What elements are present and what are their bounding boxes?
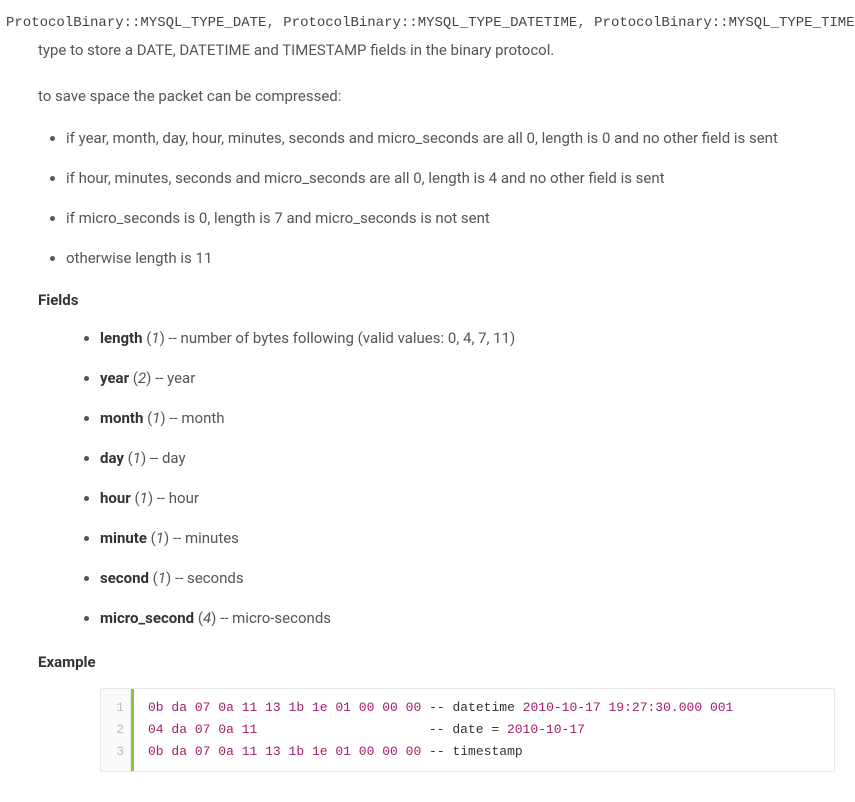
field-size: 2: [138, 369, 146, 387]
field-size: 1: [156, 529, 164, 547]
field-name: year: [100, 369, 129, 387]
field-name: micro_second: [100, 609, 194, 627]
fields-list: length (1) -- number of bytes following …: [38, 326, 835, 630]
field-desc: seconds: [187, 569, 244, 587]
type-header: ProtocolBinary::MYSQL_TYPE_DATE, Protoco…: [6, 12, 835, 34]
field-name: hour: [100, 489, 131, 507]
compression-rules-list: if year, month, day, hour, minutes, seco…: [38, 126, 835, 270]
field-desc: number of bytes following (valid values:…: [181, 329, 516, 347]
field-size: 4: [203, 609, 211, 627]
field-item: micro_second (4) -- micro-seconds: [100, 606, 835, 630]
field-name: month: [100, 409, 143, 427]
field-item: minute (1) -- minutes: [100, 526, 835, 550]
field-name: second: [100, 569, 149, 587]
rule-item: otherwise length is 11: [66, 246, 835, 270]
field-size: 1: [152, 409, 160, 427]
line-number-gutter: 123: [101, 689, 131, 771]
rule-item: if micro_seconds is 0, length is 7 and m…: [66, 206, 835, 230]
type-name-3: ProtocolBinary::MYSQL_TYPE_TIMESTAMP: [594, 15, 855, 31]
field-desc: hour: [169, 489, 199, 507]
example-code-block: 123 0b da 07 0a 11 13 1b 1e 01 00 00 00 …: [100, 688, 835, 772]
field-desc: year: [167, 369, 195, 387]
example-heading: Example: [38, 650, 835, 674]
field-item: hour (1) -- hour: [100, 486, 835, 510]
field-name: day: [100, 449, 124, 467]
field-desc: micro-seconds: [232, 609, 331, 627]
field-desc: month: [181, 409, 224, 427]
field-item: second (1) -- seconds: [100, 566, 835, 590]
description: type to store a DATE, DATETIME and TIMES…: [38, 38, 835, 62]
type-name-2: ProtocolBinary::MYSQL_TYPE_DATETIME: [283, 15, 577, 31]
code-content: 0b da 07 0a 11 13 1b 1e 01 00 00 00 -- d…: [131, 689, 834, 771]
fields-heading: Fields: [38, 288, 835, 312]
field-item: length (1) -- number of bytes following …: [100, 326, 835, 350]
field-item: month (1) -- month: [100, 406, 835, 430]
compression-intro: to save space the packet can be compress…: [38, 84, 835, 108]
rule-item: if hour, minutes, seconds and micro_seco…: [66, 166, 835, 190]
field-name: length: [100, 329, 143, 347]
field-item: day (1) -- day: [100, 446, 835, 470]
rule-item: if year, month, day, hour, minutes, seco…: [66, 126, 835, 150]
field-size: 1: [133, 449, 141, 467]
field-size: 1: [151, 329, 159, 347]
type-name-1: ProtocolBinary::MYSQL_TYPE_DATE: [6, 15, 266, 31]
field-item: year (2) -- year: [100, 366, 835, 390]
field-name: minute: [100, 529, 147, 547]
field-size: 1: [158, 569, 166, 587]
field-desc: minutes: [185, 529, 239, 547]
field-size: 1: [140, 489, 148, 507]
field-desc: day: [162, 449, 186, 467]
